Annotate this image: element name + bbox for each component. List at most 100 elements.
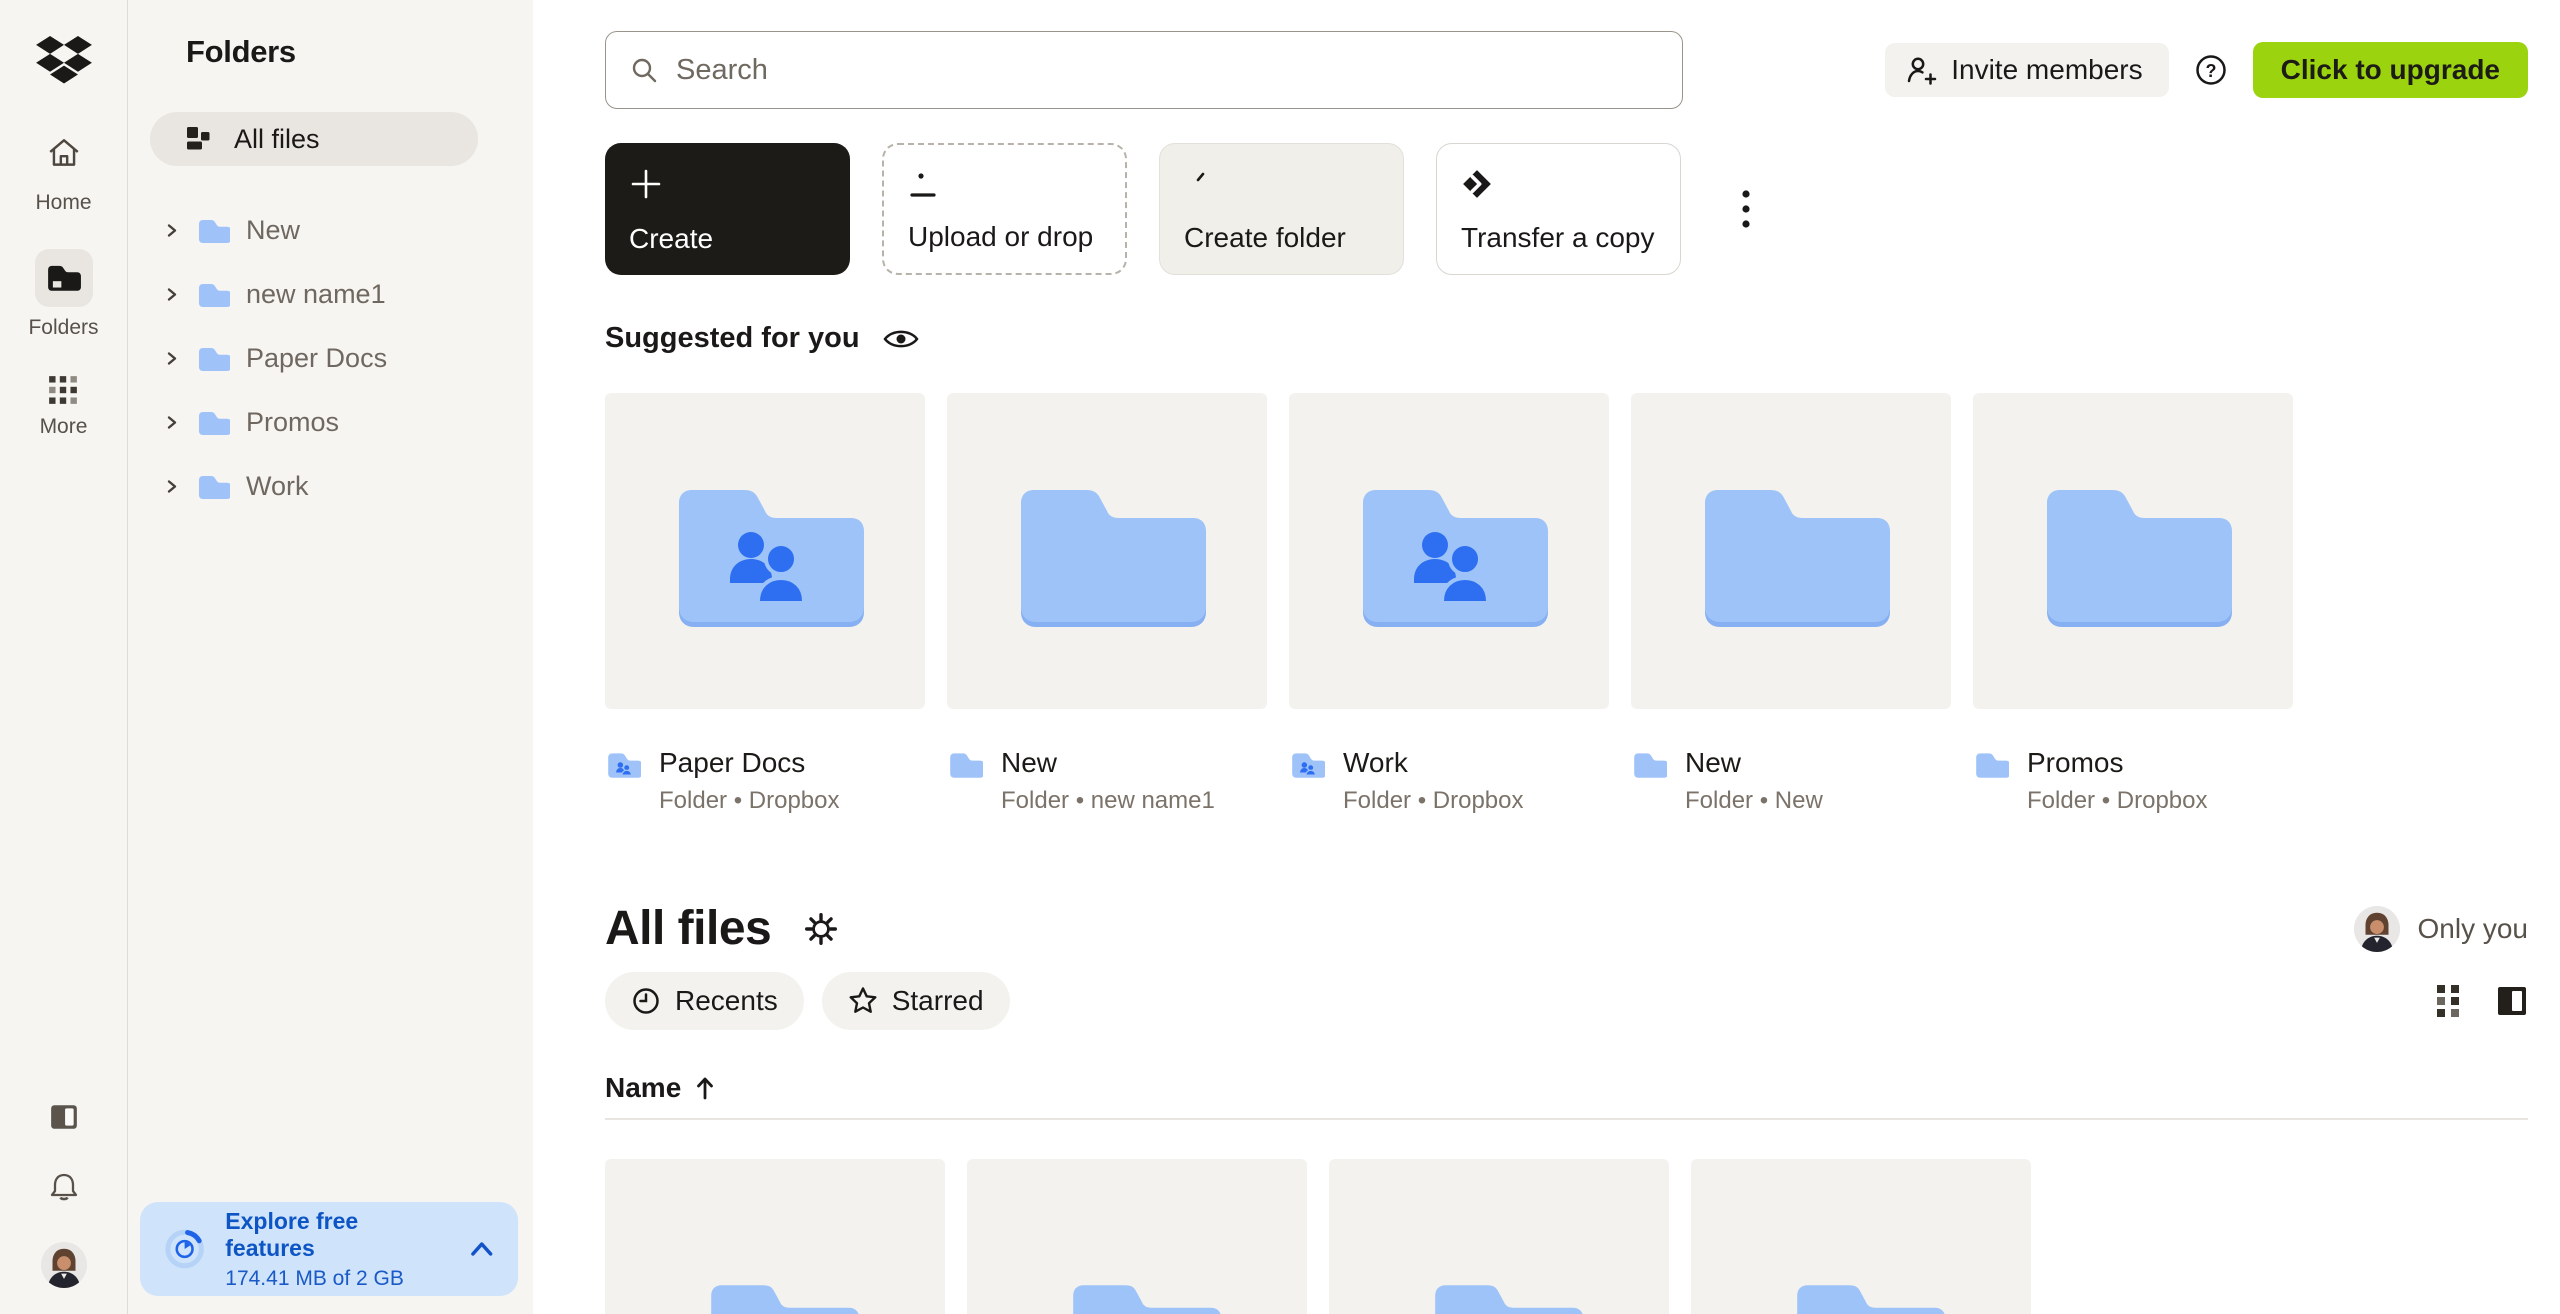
side-panel-icon	[2496, 985, 2528, 1017]
rail-item-more[interactable]: More	[40, 374, 88, 439]
tree-item-label: Promos	[246, 407, 339, 438]
chevron-right-icon[interactable]	[164, 350, 180, 367]
transfer-a-copy-label: Transfer a copy	[1461, 222, 1656, 254]
folder-tile[interactable]	[605, 1159, 945, 1314]
chevron-right-icon[interactable]	[164, 478, 180, 495]
invite-members-button[interactable]: Invite members	[1885, 43, 2168, 97]
account-avatar[interactable]	[41, 1242, 87, 1288]
list-divider	[605, 1118, 2528, 1120]
notifications-button[interactable]	[47, 1170, 81, 1204]
folder-icon	[196, 216, 230, 244]
search-bar[interactable]	[605, 31, 1683, 109]
tree-item-work[interactable]: Work	[150, 454, 507, 518]
create-folder-button[interactable]: Create folder	[1159, 143, 1404, 275]
folder-icon	[947, 749, 983, 779]
filter-row: Recents Starred	[605, 972, 2528, 1030]
create-label: Create	[629, 223, 826, 255]
more-actions-button[interactable]	[1733, 186, 1759, 232]
banner-title: Explore free features	[225, 1208, 450, 1262]
explore-features-banner[interactable]: Explore free features 174.41 MB of 2 GB	[140, 1202, 518, 1296]
suggested-title: Suggested for you	[605, 322, 860, 355]
suggested-card[interactable]: New Folder • new name1	[947, 393, 1267, 815]
rail-item-home[interactable]: Home	[35, 124, 93, 215]
all-files-grid	[605, 1159, 2528, 1314]
topbar: Invite members ? Click to upgrade	[605, 30, 2528, 110]
folder-icon	[1973, 749, 2009, 779]
home-icon	[46, 137, 82, 169]
panel-toggle-icon	[49, 1102, 79, 1132]
rail-item-folders[interactable]: Folders	[28, 249, 98, 340]
folder-thumbnail	[1631, 393, 1951, 709]
side-panel-view-button[interactable]	[2496, 985, 2528, 1017]
eye-icon	[882, 326, 920, 352]
folder-meta: Folder • new name1	[1001, 787, 1215, 815]
tree-item-new-name1[interactable]: new name1	[150, 262, 507, 326]
suggested-card[interactable]: New Folder • New	[1631, 393, 1951, 815]
search-input[interactable]	[674, 53, 1658, 88]
tree-item-label: Work	[246, 471, 309, 502]
folder-meta: Folder • Dropbox	[2027, 787, 2207, 815]
grid-view-button[interactable]	[2436, 984, 2462, 1018]
suggested-cards: Paper Docs Folder • Dropbox	[605, 393, 2528, 815]
folder-settings-button[interactable]	[797, 910, 845, 948]
sidebar-title: Folders	[186, 34, 507, 70]
create-button[interactable]: Create	[605, 143, 850, 275]
folder-thumbnail	[947, 393, 1267, 709]
all-files-icon	[186, 126, 212, 152]
filter-starred[interactable]: Starred	[822, 972, 1010, 1030]
suggested-card[interactable]: Promos Folder • Dropbox	[1973, 393, 2293, 815]
create-folder-label: Create folder	[1184, 222, 1379, 254]
folder-name: Paper Docs	[659, 747, 839, 779]
folder-icon	[1631, 749, 1667, 779]
help-icon: ?	[2193, 52, 2229, 88]
folder-icon	[196, 408, 230, 436]
folder-tile[interactable]	[1691, 1159, 2031, 1314]
tree-item-new[interactable]: New	[150, 198, 507, 262]
transfer-a-copy-button[interactable]: Transfer a copy	[1436, 143, 1681, 275]
sort-label: Name	[605, 1072, 681, 1104]
folder-tile[interactable]	[967, 1159, 1307, 1314]
filter-label: Recents	[675, 985, 778, 1017]
sidebar-item-label: All files	[234, 124, 320, 155]
chevron-up-icon[interactable]	[468, 1238, 496, 1260]
upgrade-button[interactable]: Click to upgrade	[2253, 42, 2528, 98]
help-button[interactable]: ?	[2193, 52, 2229, 88]
kebab-icon	[1739, 187, 1753, 231]
filter-label: Starred	[892, 985, 984, 1017]
folder-name: Work	[1343, 747, 1523, 779]
folder-icon	[196, 344, 230, 372]
suggested-card[interactable]: Work Folder • Dropbox	[1289, 393, 1609, 815]
rail-item-label: More	[40, 415, 88, 439]
tree-item-paper-docs[interactable]: Paper Docs	[150, 326, 507, 390]
owner-indicator[interactable]: Only you	[2354, 906, 2529, 952]
chevron-right-icon[interactable]	[164, 286, 180, 303]
tree-item-promos[interactable]: Promos	[150, 390, 507, 454]
folder-name: Promos	[2027, 747, 2207, 779]
shared-folder-icon	[1289, 749, 1325, 779]
shared-folder-icon	[605, 749, 641, 779]
bell-icon	[47, 1170, 81, 1204]
folder-name: New	[1001, 747, 1215, 779]
tree-item-label: New	[246, 215, 300, 246]
chevron-right-icon[interactable]	[164, 222, 180, 239]
collapse-panel-button[interactable]	[49, 1102, 79, 1132]
folder-meta: Folder • New	[1685, 787, 1823, 815]
person-plus-icon	[1905, 54, 1937, 86]
folder-icon	[196, 472, 230, 500]
filter-recents[interactable]: Recents	[605, 972, 804, 1030]
plus-icon	[629, 167, 663, 201]
upload-or-drop-button[interactable]: Upload or drop	[882, 143, 1127, 275]
folder-thumbnail	[1289, 393, 1609, 709]
sort-by-name[interactable]: Name	[605, 1072, 735, 1104]
chevron-right-icon[interactable]	[164, 414, 180, 431]
sidebar-item-all-files[interactable]: All files	[150, 112, 478, 166]
tree-item-label: new name1	[246, 279, 386, 310]
toggle-suggestions-button[interactable]	[882, 326, 920, 352]
suggested-card[interactable]: Paper Docs Folder • Dropbox	[605, 393, 925, 815]
tree-item-label: Paper Docs	[246, 343, 387, 374]
search-icon	[630, 56, 658, 84]
folder-meta: Folder • Dropbox	[659, 787, 839, 815]
dropbox-logo-icon[interactable]	[36, 36, 92, 84]
folder-tile[interactable]	[1329, 1159, 1669, 1314]
more-grid-icon	[47, 374, 79, 406]
